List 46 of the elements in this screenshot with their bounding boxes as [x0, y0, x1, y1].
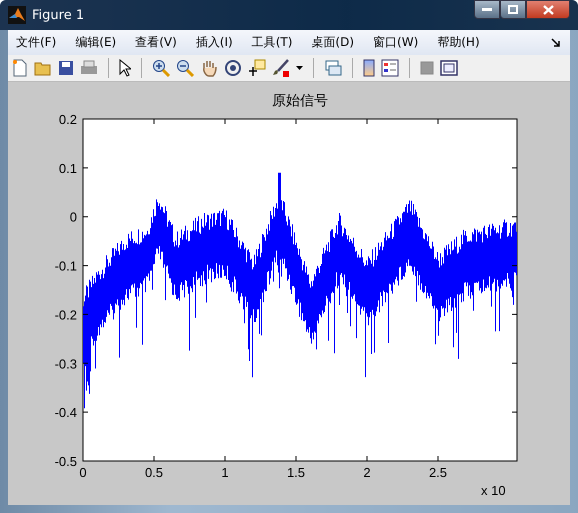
brush-icon[interactable] — [272, 59, 290, 77]
y-tick-label: -0.5 — [54, 454, 77, 469]
caret-icon[interactable] — [296, 66, 303, 70]
hand-icon[interactable] — [200, 59, 218, 77]
close-icon — [542, 4, 554, 14]
colorbar-icon[interactable] — [363, 59, 375, 77]
x-tick-label: 1 — [221, 465, 229, 480]
save-icon[interactable] — [58, 60, 74, 76]
open-folder-icon[interactable] — [34, 60, 52, 76]
y-tick-label: 0.2 — [58, 112, 77, 127]
new-file-icon[interactable] — [12, 59, 28, 77]
menu-item[interactable]: 查看(V) — [135, 34, 177, 51]
plot-title: 原始信号 — [272, 92, 328, 108]
zoom-in-icon[interactable] — [152, 59, 170, 77]
menu-item[interactable]: 编辑(E) — [75, 34, 116, 51]
x-tick-label: 1.5 — [286, 465, 306, 480]
x-tick-label: 0.5 — [144, 465, 164, 480]
menu-item[interactable]: 窗口(W) — [373, 34, 418, 51]
maximize-icon — [508, 5, 518, 14]
x-tick-label: 2 — [363, 465, 371, 480]
panel-icon[interactable] — [440, 60, 458, 76]
x-tick-label: 2.5 — [428, 465, 448, 480]
zoom-out-icon[interactable] — [176, 59, 194, 77]
menu-item[interactable]: 工具(T) — [252, 34, 292, 51]
menu-item[interactable]: 插入(I) — [196, 34, 233, 51]
x-tick-label: 0 — [79, 465, 87, 480]
y-tick-label: 0.1 — [58, 160, 77, 176]
window-title: Figure 1 — [32, 8, 84, 22]
matlab-logo-icon — [8, 6, 26, 24]
y-tick-label: -0.3 — [54, 356, 77, 372]
print-icon[interactable] — [80, 60, 98, 76]
menu-item[interactable]: 桌面(D) — [311, 34, 354, 51]
menu-item[interactable]: 文件(F) — [16, 34, 56, 51]
x-exponent-label: x 10 — [481, 483, 506, 498]
y-tick-label: -0.1 — [54, 258, 77, 274]
y-tick-label: -0.2 — [54, 307, 77, 322]
pointer-icon[interactable] — [119, 59, 131, 77]
maximize-button[interactable] — [500, 0, 526, 19]
y-tick-label: -0.4 — [54, 405, 77, 420]
menu-item[interactable]: 帮助(H) — [437, 34, 480, 51]
dock-arrow-icon[interactable] — [551, 38, 560, 47]
y-tick-label: 0 — [70, 210, 77, 225]
minimize-button[interactable] — [474, 0, 500, 19]
close-button[interactable] — [526, 0, 570, 19]
minimize-icon — [482, 8, 492, 12]
legend-icon[interactable] — [381, 59, 399, 77]
